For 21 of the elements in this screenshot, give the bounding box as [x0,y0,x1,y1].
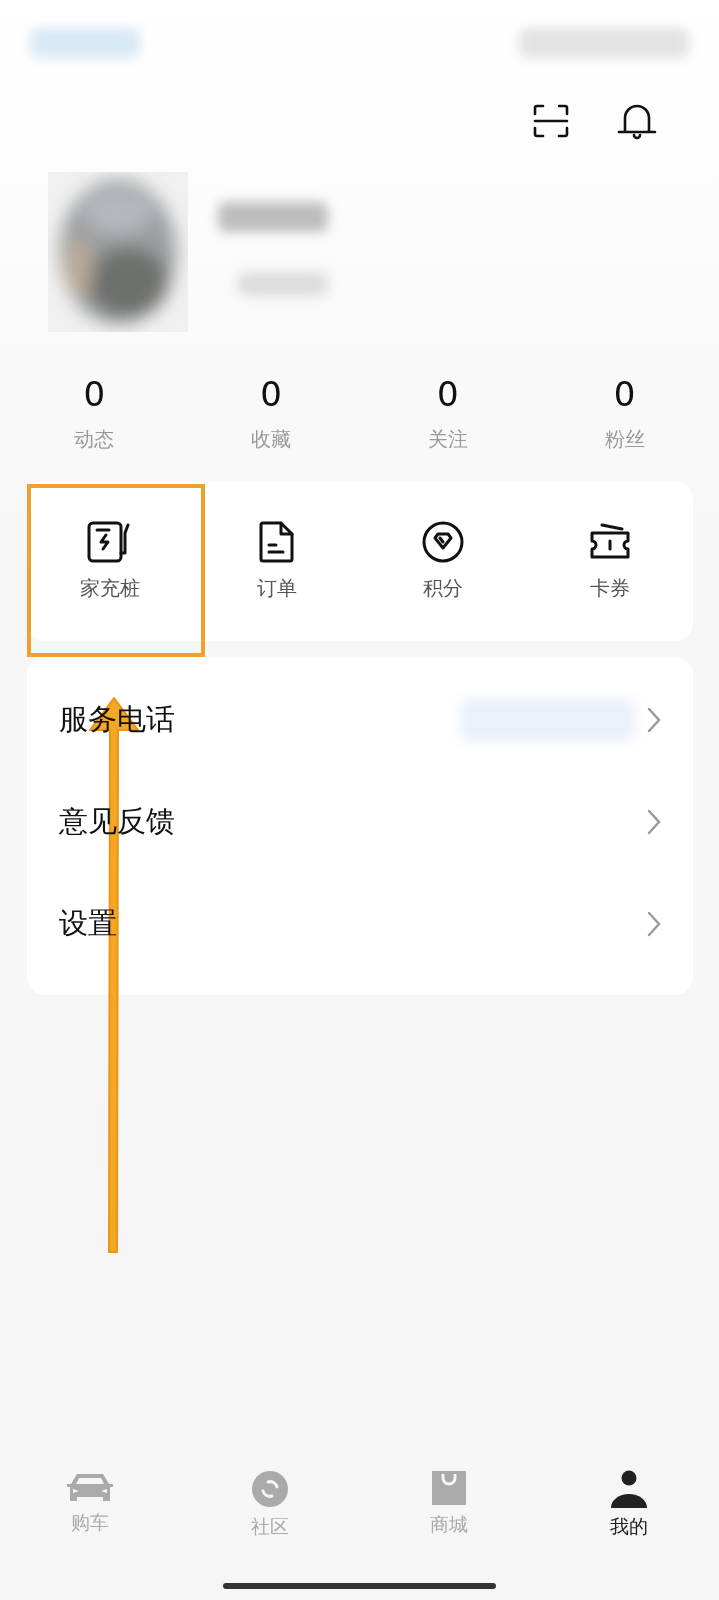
document-icon [257,520,296,563]
shopping-bag-icon [431,1470,468,1506]
shortcut-button[interactable]: 订单 [193,520,360,602]
stat-count: 0 [613,374,636,414]
stat-count: 0 [260,374,282,414]
shortcut-button[interactable]: 积分 [360,520,527,602]
chevron-right-icon [647,911,661,937]
community-icon [250,1470,289,1508]
scan-icon [533,104,569,138]
chevron-right-icon [647,809,661,835]
nav-tab[interactable]: 我的 [539,1470,719,1565]
shortcut-button[interactable]: 家充桩 [27,520,194,602]
stat-count: 0 [437,374,459,414]
stat-label: 关注 [427,426,468,453]
stat-label: 收藏 [251,426,292,453]
person-icon [611,1470,648,1508]
stat-count: 0 [83,374,106,414]
chevron-right-icon [647,707,661,733]
shortcut-button[interactable]: 卡券 [526,520,693,602]
stat-label: 动态 [74,426,115,453]
stat-label: 粉丝 [604,426,645,453]
